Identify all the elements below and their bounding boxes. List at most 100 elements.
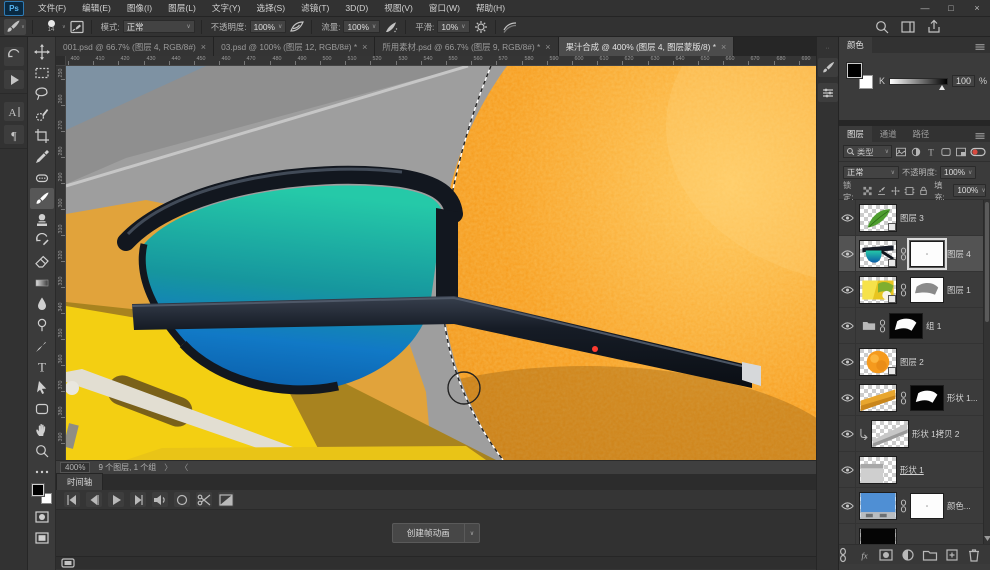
- blur-tool[interactable]: [30, 293, 54, 314]
- type-tool[interactable]: T: [30, 356, 54, 377]
- close-icon[interactable]: ×: [721, 42, 726, 52]
- paragraph-panel-icon[interactable]: ¶: [4, 125, 24, 144]
- pressure-opacity-icon[interactable]: [289, 19, 305, 35]
- healing-tool[interactable]: [30, 167, 54, 188]
- crop-tool[interactable]: [30, 125, 54, 146]
- settings-circle-icon[interactable]: [174, 492, 190, 507]
- add-mask-icon[interactable]: [878, 547, 894, 563]
- foreground-swatch[interactable]: [32, 484, 44, 496]
- layers-scrollbar[interactable]: [983, 200, 990, 544]
- delete-layer-icon[interactable]: [966, 547, 982, 563]
- pressure-size-icon[interactable]: [502, 19, 518, 35]
- flow-select[interactable]: 100%∨: [343, 20, 380, 33]
- layer-row-8[interactable]: 颜色...: [839, 488, 990, 524]
- tab-通道[interactable]: 通道: [872, 126, 905, 142]
- layer-row-9[interactable]: [839, 524, 990, 544]
- document-tab-2[interactable]: 所用素材.psd @ 66.7% (图层 9, RGB/8#) *×: [375, 37, 558, 56]
- menu-item-2[interactable]: 图像(I): [119, 0, 160, 16]
- layer-mask-thumbnail[interactable]: [889, 313, 923, 339]
- layer-style-icon[interactable]: fx: [857, 548, 872, 562]
- layer-name[interactable]: 图层 1: [947, 284, 971, 296]
- path-select-tool[interactable]: [30, 377, 54, 398]
- history-panel-icon[interactable]: [4, 47, 24, 66]
- zoom-level-field[interactable]: 400%: [60, 462, 90, 473]
- mask-link-icon[interactable]: [900, 247, 907, 261]
- brush-settings-icon[interactable]: [818, 58, 838, 77]
- minimize-button[interactable]: —: [912, 0, 938, 16]
- layer-mask-thumbnail[interactable]: [910, 385, 944, 411]
- document-tab-1[interactable]: 03.psd @ 100% (图层 12, RGB/8#) *×: [214, 37, 375, 56]
- layer-name[interactable]: 颜色...: [947, 500, 971, 512]
- dodge-tool[interactable]: [30, 314, 54, 335]
- document-tab-0[interactable]: 001.psd @ 66.7% (图层 4, RGB/8#)×: [56, 37, 214, 56]
- tab-timeline[interactable]: 时间轴: [56, 473, 103, 490]
- create-frame-animation-button[interactable]: 创建帧动画: [392, 523, 465, 543]
- menu-item-9[interactable]: 窗口(W): [421, 0, 468, 16]
- smoothing-select[interactable]: 10%∨: [437, 20, 469, 33]
- close-icon[interactable]: ×: [201, 42, 206, 52]
- status-arrow-icon[interactable]: 〉: [164, 462, 172, 473]
- move-tool[interactable]: [30, 41, 54, 62]
- link-layers-icon[interactable]: [835, 547, 851, 563]
- prev-frame-icon[interactable]: [86, 492, 102, 507]
- filter-smart-icon[interactable]: [955, 144, 967, 160]
- visibility-eye-icon[interactable]: [839, 308, 856, 343]
- zoom-tool[interactable]: [30, 440, 54, 461]
- brush-preset-picker[interactable]: 14: [43, 20, 59, 33]
- layer-thumbnail[interactable]: [859, 492, 897, 520]
- visibility-eye-icon[interactable]: [839, 380, 856, 415]
- layer-thumbnail[interactable]: [859, 240, 897, 268]
- menu-item-10[interactable]: 帮助(H): [468, 0, 513, 16]
- hand-tool[interactable]: [30, 419, 54, 440]
- tab-color[interactable]: 颜色: [839, 37, 872, 53]
- audio-icon[interactable]: [152, 492, 168, 507]
- fill-select[interactable]: 100%∨: [953, 184, 986, 197]
- first-frame-icon[interactable]: [64, 492, 80, 507]
- gradient-tool[interactable]: [30, 272, 54, 293]
- filter-adjustment-icon[interactable]: [910, 144, 922, 160]
- blend-mode-select[interactable]: 正常∨: [123, 20, 195, 33]
- visibility-eye-icon[interactable]: [839, 272, 856, 307]
- menu-item-7[interactable]: 3D(D): [337, 0, 376, 16]
- layer-row-6[interactable]: 形状 1拷贝 2: [839, 416, 990, 452]
- menu-item-5[interactable]: 选择(S): [249, 0, 294, 16]
- filter-pixel-icon[interactable]: [895, 144, 907, 160]
- quick-mask[interactable]: [30, 506, 54, 527]
- menu-item-0[interactable]: 文件(F): [30, 0, 74, 16]
- menu-item-4[interactable]: 文字(Y): [204, 0, 249, 16]
- eyedropper-tool[interactable]: [30, 146, 54, 167]
- mask-link-icon[interactable]: [879, 319, 886, 333]
- brush-tool[interactable]: [30, 188, 54, 209]
- menu-item-1[interactable]: 编辑(E): [74, 0, 119, 16]
- quick-select-tool[interactable]: [30, 104, 54, 125]
- layer-blend-mode-select[interactable]: 正常∨: [843, 166, 899, 179]
- maximize-button[interactable]: □: [938, 0, 964, 16]
- canvas[interactable]: [66, 66, 816, 460]
- clone-stamp-tool[interactable]: [30, 209, 54, 230]
- lock-position-icon[interactable]: [890, 183, 901, 199]
- filter-shape-icon[interactable]: [940, 144, 952, 160]
- lock-pixels-icon[interactable]: [876, 183, 887, 199]
- layer-filter-select[interactable]: 类型∨: [843, 145, 892, 158]
- layer-row-3[interactable]: 组 1: [839, 308, 990, 344]
- ellipsis[interactable]: [30, 461, 54, 482]
- scrollbar-thumb[interactable]: [985, 202, 989, 322]
- opacity-select[interactable]: 100%∨: [250, 20, 287, 33]
- layer-thumbnail[interactable]: [859, 528, 897, 545]
- new-group-icon[interactable]: [922, 547, 938, 563]
- split-icon[interactable]: [196, 492, 212, 507]
- k-value-field[interactable]: 100: [952, 75, 975, 87]
- layer-row-4[interactable]: 图层 2: [839, 344, 990, 380]
- visibility-eye-icon[interactable]: [839, 344, 856, 379]
- frame-mode-icon[interactable]: [60, 555, 76, 570]
- document-tab-3[interactable]: 果汁合成 @ 400% (图层 4, 图层蒙版/8) *×: [559, 37, 735, 56]
- fg-bg-swatches[interactable]: [32, 484, 52, 504]
- visibility-eye-icon[interactable]: [839, 416, 856, 451]
- character-panel-icon[interactable]: A: [4, 102, 24, 121]
- toggle-brush-panel-icon[interactable]: [69, 19, 85, 35]
- menu-item-6[interactable]: 滤镜(T): [293, 0, 337, 16]
- visibility-eye-icon[interactable]: [839, 452, 856, 487]
- layer-row-7[interactable]: 形状 1: [839, 452, 990, 488]
- search-icon[interactable]: [874, 19, 890, 35]
- layer-row-1[interactable]: 图层 4: [839, 236, 990, 272]
